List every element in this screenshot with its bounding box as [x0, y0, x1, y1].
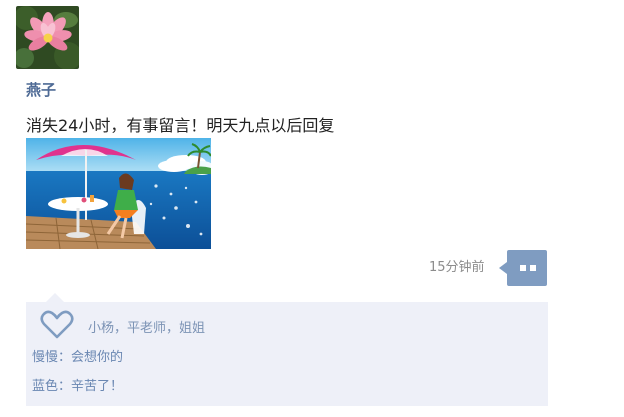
username[interactable]: 燕子 [26, 79, 56, 100]
comment-dot [530, 265, 536, 271]
comment-text: 辛苦了！ [71, 379, 124, 394]
comment-separator: ： [58, 379, 72, 394]
avatar[interactable] [16, 6, 79, 69]
beach-illustration [26, 138, 211, 249]
interaction-panel: 小杨，平老师，姐姐 慢慢：会想你的 蓝色：辛苦了！ [26, 293, 548, 406]
post-timestamp: 15分钟前 [429, 260, 485, 275]
comment-bubble-icon[interactable] [499, 250, 547, 286]
comment-separator: ： [58, 350, 72, 365]
lotus-avatar-image [16, 6, 79, 69]
comment-text: 会想你的 [71, 350, 124, 365]
comment-item: 慢慢：会想你的 [32, 346, 123, 365]
comment-item: 蓝色：辛苦了！ [32, 375, 123, 394]
comment-author[interactable]: 慢慢 [32, 350, 58, 365]
post-image[interactable] [26, 138, 211, 249]
comment-dot [520, 265, 526, 271]
post-text: 消失24小时，有事留言！明天九点以后回复 [26, 116, 335, 135]
comment-author[interactable]: 蓝色 [32, 379, 58, 394]
heart-icon[interactable] [40, 310, 74, 340]
likers-list[interactable]: 小杨，平老师，姐姐 [88, 317, 205, 336]
